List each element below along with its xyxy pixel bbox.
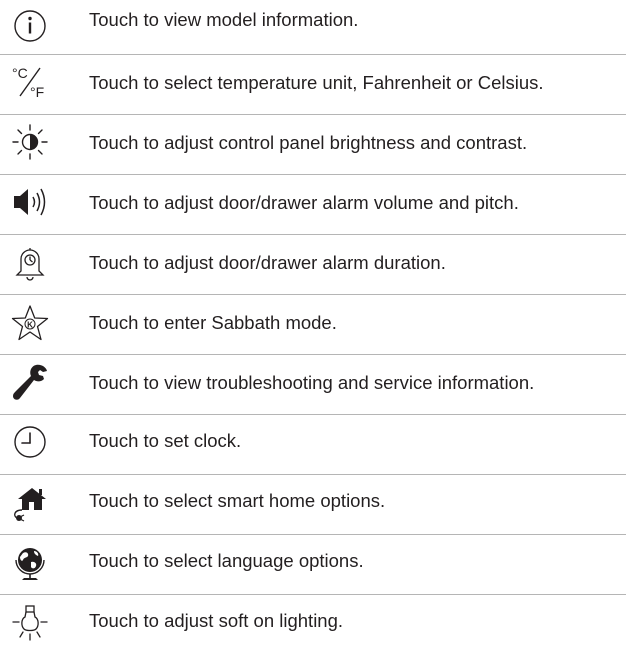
item-label: Touch to set clock. — [89, 430, 242, 451]
info-icon — [10, 6, 50, 46]
divider — [0, 594, 626, 595]
celsius-glyph: °C — [12, 65, 28, 81]
temperature-unit-icon: °C °F — [10, 62, 50, 102]
item-label: Touch to adjust control panel brightness… — [89, 132, 528, 153]
alarm-bell-icon — [10, 242, 50, 282]
item-label: Touch to adjust soft on lighting. — [89, 610, 344, 631]
item-label: Touch to enter Sabbath mode. — [89, 312, 337, 333]
item-label: Touch to view troubleshooting and servic… — [89, 372, 535, 393]
brightness-icon — [10, 122, 50, 162]
divider — [0, 234, 626, 235]
smart-home-icon — [10, 483, 50, 523]
divider — [0, 474, 626, 475]
divider — [0, 534, 626, 535]
sabbath-letter: K — [27, 321, 33, 330]
divider — [0, 414, 626, 415]
item-label: Touch to select smart home options. — [89, 490, 386, 511]
divider — [0, 54, 626, 55]
fahrenheit-glyph: °F — [30, 84, 44, 100]
item-label: Touch to select language options. — [89, 550, 364, 571]
divider — [0, 294, 626, 295]
item-label: Touch to adjust door/drawer alarm durati… — [89, 252, 446, 273]
clock-icon — [10, 422, 50, 462]
divider — [0, 174, 626, 175]
divider — [0, 354, 626, 355]
globe-icon — [10, 543, 50, 583]
item-label: Touch to select temperature unit, Fahren… — [89, 72, 544, 93]
light-bulb-icon — [10, 604, 50, 644]
wrench-icon — [10, 362, 50, 402]
divider — [0, 114, 626, 115]
sabbath-star-icon: K — [10, 303, 50, 343]
speaker-volume-icon — [10, 182, 50, 222]
item-label: Touch to adjust door/drawer alarm volume… — [89, 192, 519, 213]
item-label: Touch to view model information. — [89, 9, 359, 30]
